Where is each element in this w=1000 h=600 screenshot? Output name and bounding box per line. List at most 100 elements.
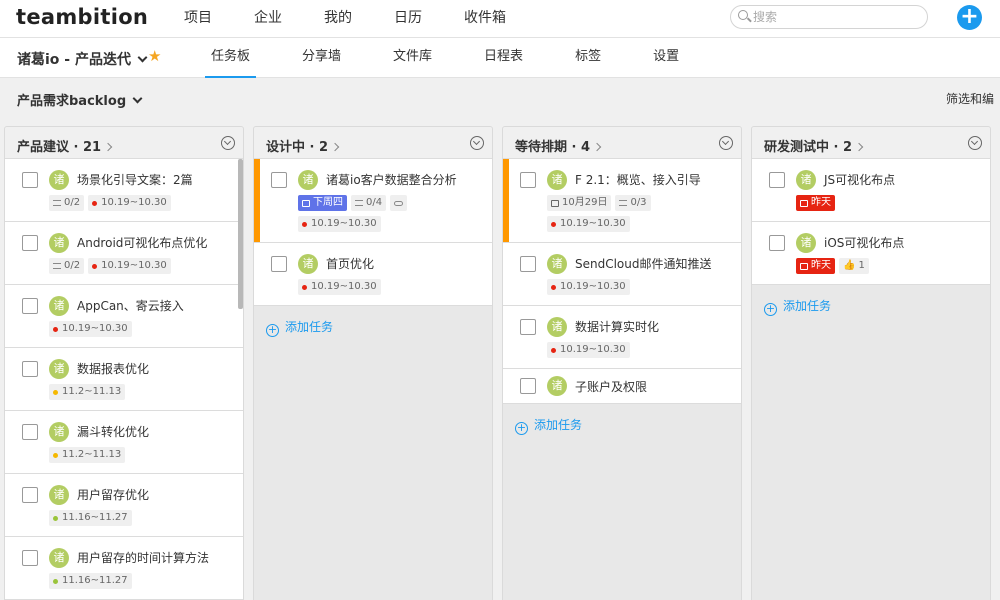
search-input[interactable]	[753, 8, 923, 26]
task-checkbox[interactable]	[769, 235, 785, 251]
task-card[interactable]: 诸 JS可视化布点 昨天	[752, 159, 990, 222]
tab-tags[interactable]: 标签	[569, 38, 607, 78]
task-card[interactable]: 诸 用户留存优化 11.16~11.27	[5, 474, 243, 537]
task-checkbox[interactable]	[520, 256, 536, 272]
avatar[interactable]: 诸	[547, 317, 567, 337]
link-badge	[390, 195, 408, 211]
task-title: JS可视化布点	[824, 173, 896, 187]
column-title[interactable]: 等待排期 · 4	[515, 136, 602, 155]
task-checkbox[interactable]	[769, 172, 785, 188]
plus-circle-icon: +	[266, 323, 279, 337]
task-checkbox[interactable]	[520, 172, 536, 188]
column-title[interactable]: 研发测试中 · 2	[764, 136, 864, 155]
task-card[interactable]: 诸 SendCloud邮件通知推送 10.19~10.30	[503, 243, 741, 306]
priority-dot-icon	[53, 452, 58, 458]
task-card[interactable]: 诸 首页优化 10.19~10.30	[254, 243, 492, 306]
task-card[interactable]: 诸 AppCan、寄云接入 10.19~10.30	[5, 285, 243, 348]
avatar[interactable]: 诸	[49, 359, 69, 379]
star-icon[interactable]: ★	[148, 47, 161, 65]
backlog-switcher[interactable]: 产品需求backlog	[17, 90, 143, 109]
task-checkbox[interactable]	[22, 487, 38, 503]
task-checkbox[interactable]	[520, 378, 536, 394]
task-checkbox[interactable]	[22, 235, 38, 251]
add-button[interactable]: +	[957, 5, 982, 30]
task-checkbox[interactable]	[271, 256, 287, 272]
avatar[interactable]: 诸	[49, 233, 69, 253]
column-menu-icon[interactable]	[968, 136, 982, 150]
priority-dot-icon	[551, 221, 556, 227]
subtask-badge: 0/3	[615, 195, 651, 211]
add-task-button[interactable]: + 添加任务	[254, 306, 492, 337]
task-card[interactable]: 诸 诸葛io客户数据整合分析 下周四 0/4 10.19~10.30	[254, 159, 492, 243]
nav-projects[interactable]: 项目	[184, 0, 212, 38]
nav-inbox[interactable]: 收件箱	[464, 0, 506, 38]
column-title[interactable]: 设计中 · 2	[266, 136, 340, 155]
due-date-badge: 10月29日	[547, 195, 612, 211]
task-checkbox[interactable]	[22, 361, 38, 377]
tab-schedule[interactable]: 日程表	[478, 38, 529, 78]
search-icon	[738, 10, 748, 20]
task-card[interactable]: 诸 Android可视化布点优化 0/2 10.19~10.30	[5, 222, 243, 285]
avatar[interactable]: 诸	[298, 170, 318, 190]
task-card[interactable]: 诸 数据计算实时化 10.19~10.30	[503, 306, 741, 369]
priority-dot-icon	[92, 263, 98, 269]
avatar[interactable]: 诸	[796, 233, 816, 253]
avatar[interactable]: 诸	[547, 254, 567, 274]
avatar[interactable]: 诸	[547, 170, 567, 190]
task-card[interactable]: 诸 数据报表优化 11.2~11.13	[5, 348, 243, 411]
task-card[interactable]: 诸 iOS可视化布点 昨天 👍 1	[752, 222, 990, 285]
date-badge: 10.19~10.30	[88, 258, 171, 274]
avatar[interactable]: 诸	[547, 376, 567, 396]
nav-calendar[interactable]: 日历	[394, 0, 422, 38]
filter-button[interactable]: 筛选和编	[946, 90, 994, 107]
priority-dot-icon	[302, 284, 307, 290]
tab-share-wall[interactable]: 分享墙	[296, 38, 347, 78]
nav-enterprise[interactable]: 企业	[254, 0, 282, 38]
avatar[interactable]: 诸	[796, 170, 816, 190]
tab-taskboard[interactable]: 任务板	[205, 38, 257, 78]
task-checkbox[interactable]	[271, 172, 287, 188]
avatar[interactable]: 诸	[298, 254, 318, 274]
task-card[interactable]: 诸 F 2.1：概览、接入引导 10月29日 0/3 10.19~10.30	[503, 159, 741, 243]
date-badge: 11.16~11.27	[49, 573, 132, 589]
avatar[interactable]: 诸	[49, 170, 69, 190]
project-switcher[interactable]: 诸葛io - 产品迭代	[17, 49, 148, 69]
avatar[interactable]: 诸	[49, 548, 69, 568]
task-card[interactable]: 诸 用户留存的时间计算方法 11.16~11.27	[5, 537, 243, 600]
main-nav: 项目 企业 我的 日历 收件箱	[184, 0, 548, 38]
avatar[interactable]: 诸	[49, 422, 69, 442]
task-checkbox[interactable]	[22, 424, 38, 440]
column-title[interactable]: 产品建议 · 21	[17, 136, 113, 155]
avatar[interactable]: 诸	[49, 296, 69, 316]
task-checkbox[interactable]	[22, 550, 38, 566]
column-menu-icon[interactable]	[470, 136, 484, 150]
column-scrollbar[interactable]	[238, 159, 243, 309]
task-card[interactable]: 诸 子账户及权限	[503, 369, 741, 404]
teambition-logo[interactable]: teambition	[16, 5, 148, 29]
task-title: 诸葛io客户数据整合分析	[326, 173, 457, 187]
top-navbar: teambition 项目 企业 我的 日历 收件箱 +	[0, 0, 1000, 38]
column-menu-icon[interactable]	[221, 136, 235, 150]
add-task-button[interactable]: + 添加任务	[503, 404, 741, 435]
task-checkbox[interactable]	[22, 172, 38, 188]
subtask-icon	[53, 263, 61, 269]
column-waiting: 等待排期 · 4 诸 F 2.1：概览、接入引导 10月29日 0/3 10.19…	[502, 126, 742, 600]
column-header: 等待排期 · 4	[503, 127, 741, 159]
column-menu-icon[interactable]	[719, 136, 733, 150]
task-card[interactable]: 诸 漏斗转化优化 11.2~11.13	[5, 411, 243, 474]
nav-mine[interactable]: 我的	[324, 0, 352, 38]
tab-files[interactable]: 文件库	[387, 38, 438, 78]
avatar[interactable]: 诸	[49, 485, 69, 505]
plus-circle-icon: +	[515, 421, 528, 435]
priority-dot-icon	[53, 326, 58, 332]
task-checkbox[interactable]	[520, 319, 536, 335]
tab-settings[interactable]: 设置	[647, 38, 685, 78]
add-task-button[interactable]: + 添加任务	[752, 285, 990, 316]
board-subbar: 产品需求backlog 筛选和编	[0, 78, 1000, 118]
search-box[interactable]	[730, 5, 928, 29]
task-checkbox[interactable]	[22, 298, 38, 314]
subtask-icon	[53, 200, 61, 206]
date-badge: 11.2~11.13	[49, 384, 126, 400]
column-header: 设计中 · 2	[254, 127, 492, 159]
task-card[interactable]: 诸 场景化引导文案：2篇 0/2 10.19~10.30	[5, 159, 243, 222]
